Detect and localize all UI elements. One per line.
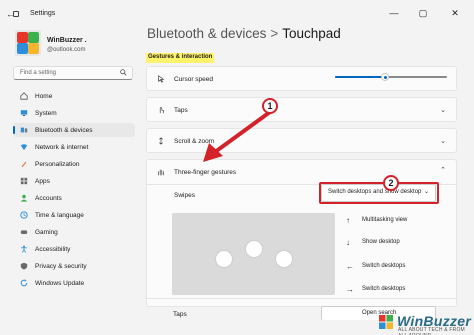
chevron-down-icon: ⌄ (440, 138, 446, 145)
swipe-option-down: ↓ Show desktop (346, 236, 400, 248)
swipe-option-label: Multitasking view (362, 217, 408, 223)
title-bar: ← Settings — ▢ ✕ (0, 0, 474, 26)
sidebar-item-label: Home (35, 92, 53, 100)
swipe-option-right: → Switch desktops (346, 283, 405, 295)
update-icon (20, 279, 28, 287)
cursor-speed-label: Cursor speed (174, 76, 214, 83)
cursor-speed-slider[interactable] (335, 73, 447, 81)
clock-globe-icon (20, 211, 28, 219)
scroll-zoom-card[interactable]: Scroll & zoom ⌄ (146, 128, 457, 153)
swipe-option-left: ← Switch desktops (346, 260, 405, 272)
finger-dot (246, 241, 262, 257)
avatar-tile-red (17, 32, 28, 43)
sidebar-item-label: System (35, 109, 57, 117)
sidebar-item-label: Windows Update (35, 279, 85, 287)
arrow-up-icon: ↑ (346, 215, 350, 225)
taps-gesture-label: Taps (173, 311, 187, 318)
arrow-right-icon: → (346, 284, 354, 294)
monitor-icon (20, 110, 28, 116)
page-title: Touchpad (282, 26, 341, 41)
user-email: @outlook.com (47, 47, 86, 53)
chevron-down-icon: ⌄ (440, 107, 446, 114)
swipe-option-label: Switch desktops (362, 286, 406, 292)
sidebar-item-home[interactable]: Home (13, 89, 135, 103)
avatar-tile-blue (17, 43, 28, 54)
finger-dot (276, 251, 292, 267)
swipe-option-label: Show desktop (362, 239, 400, 245)
chevron-up-icon[interactable]: ⌃ (440, 166, 446, 174)
sidebar-item-label: Personalization (35, 160, 80, 168)
search-placeholder: Find a setting (20, 70, 57, 76)
arrow-left-icon: ← (346, 261, 354, 271)
divider (147, 298, 456, 299)
breadcrumb-separator: > (270, 26, 279, 41)
sidebar-item-label: Time & language (35, 211, 84, 219)
cursor-icon (158, 75, 165, 83)
gamepad-icon (20, 230, 28, 234)
sidebar-item-time-language[interactable]: Time & language (13, 208, 135, 222)
user-name: WinBuzzer . (47, 37, 87, 44)
annotation-badge-2: 2 (383, 175, 399, 191)
swipe-option-up: ↑ Multitasking view (346, 214, 407, 226)
swipes-label: Swipes (174, 192, 195, 199)
finger-dot (216, 251, 232, 267)
sidebar-item-network[interactable]: Network & internet (13, 140, 135, 154)
sidebar-item-label: Gaming (35, 228, 58, 236)
section-title: Gestures & interaction (146, 53, 215, 63)
window-title: Settings (30, 10, 56, 17)
shield-icon (20, 262, 28, 270)
sidebar-item-label: Network & internet (35, 143, 89, 151)
arrow-down-icon: ↓ (346, 237, 350, 247)
annotation-arrow (203, 110, 272, 162)
watermark-tagline: ALL ABOUT TECH & FROM ALL AROUND (398, 327, 465, 335)
sidebar-item-gaming[interactable]: Gaming (13, 225, 135, 239)
search-icon (120, 69, 127, 76)
bluetooth-icon (20, 127, 28, 133)
gesture-preview (172, 213, 335, 295)
sidebar-item-privacy-security[interactable]: Privacy & security (13, 259, 135, 273)
sidebar-item-windows-update[interactable]: Windows Update (13, 276, 135, 290)
sidebar-item-accessibility[interactable]: Accessibility (13, 242, 135, 256)
winbuzzer-logo-icon (379, 315, 393, 329)
annotation-highlight-box (319, 182, 439, 204)
account-icon (20, 194, 28, 202)
sidebar-item-label: Apps (35, 177, 50, 185)
settings-app-icon (13, 11, 19, 17)
slider-fill (335, 76, 386, 78)
minimize-button[interactable]: — (379, 0, 409, 26)
taps-label: Taps (174, 107, 188, 114)
avatar-tile-yellow (28, 43, 39, 54)
sidebar-item-label: Accounts (35, 194, 62, 202)
annotation-badge-1: 1 (262, 98, 278, 114)
sidebar-item-label: Accessibility (35, 245, 71, 253)
sidebar-item-label: Bluetooth & devices (35, 126, 93, 134)
home-icon (20, 92, 28, 100)
search-input[interactable]: Find a setting (13, 66, 133, 80)
network-icon (20, 144, 28, 151)
sidebar-item-label: Privacy & security (35, 262, 87, 270)
three-finger-gestures-label: Three-finger gestures (174, 169, 237, 176)
sidebar-item-personalization[interactable]: Personalization (13, 157, 135, 171)
sidebar-item-bluetooth-devices[interactable]: Bluetooth & devices (13, 123, 135, 137)
three-finger-hand-icon (158, 169, 164, 176)
swipe-option-label: Switch desktops (362, 263, 406, 269)
apps-icon (20, 177, 28, 185)
sidebar-item-system[interactable]: System (13, 106, 135, 120)
sidebar-item-apps[interactable]: Apps (13, 174, 135, 188)
taps-card[interactable]: Taps ⌄ (146, 97, 457, 122)
breadcrumb: Bluetooth & devices > Touchpad (147, 26, 341, 41)
close-button[interactable]: ✕ (440, 0, 470, 26)
avatar[interactable] (15, 30, 41, 56)
avatar-tile-green (28, 32, 39, 43)
sidebar-item-accounts[interactable]: Accounts (13, 191, 135, 205)
maximize-button[interactable]: ▢ (408, 0, 438, 26)
accessibility-icon (21, 245, 27, 253)
breadcrumb-parent[interactable]: Bluetooth & devices (147, 26, 266, 41)
cursor-speed-row: Cursor speed (146, 66, 457, 91)
brush-icon (21, 161, 27, 168)
tap-hand-icon (159, 107, 164, 114)
scroll-icon (159, 137, 163, 145)
